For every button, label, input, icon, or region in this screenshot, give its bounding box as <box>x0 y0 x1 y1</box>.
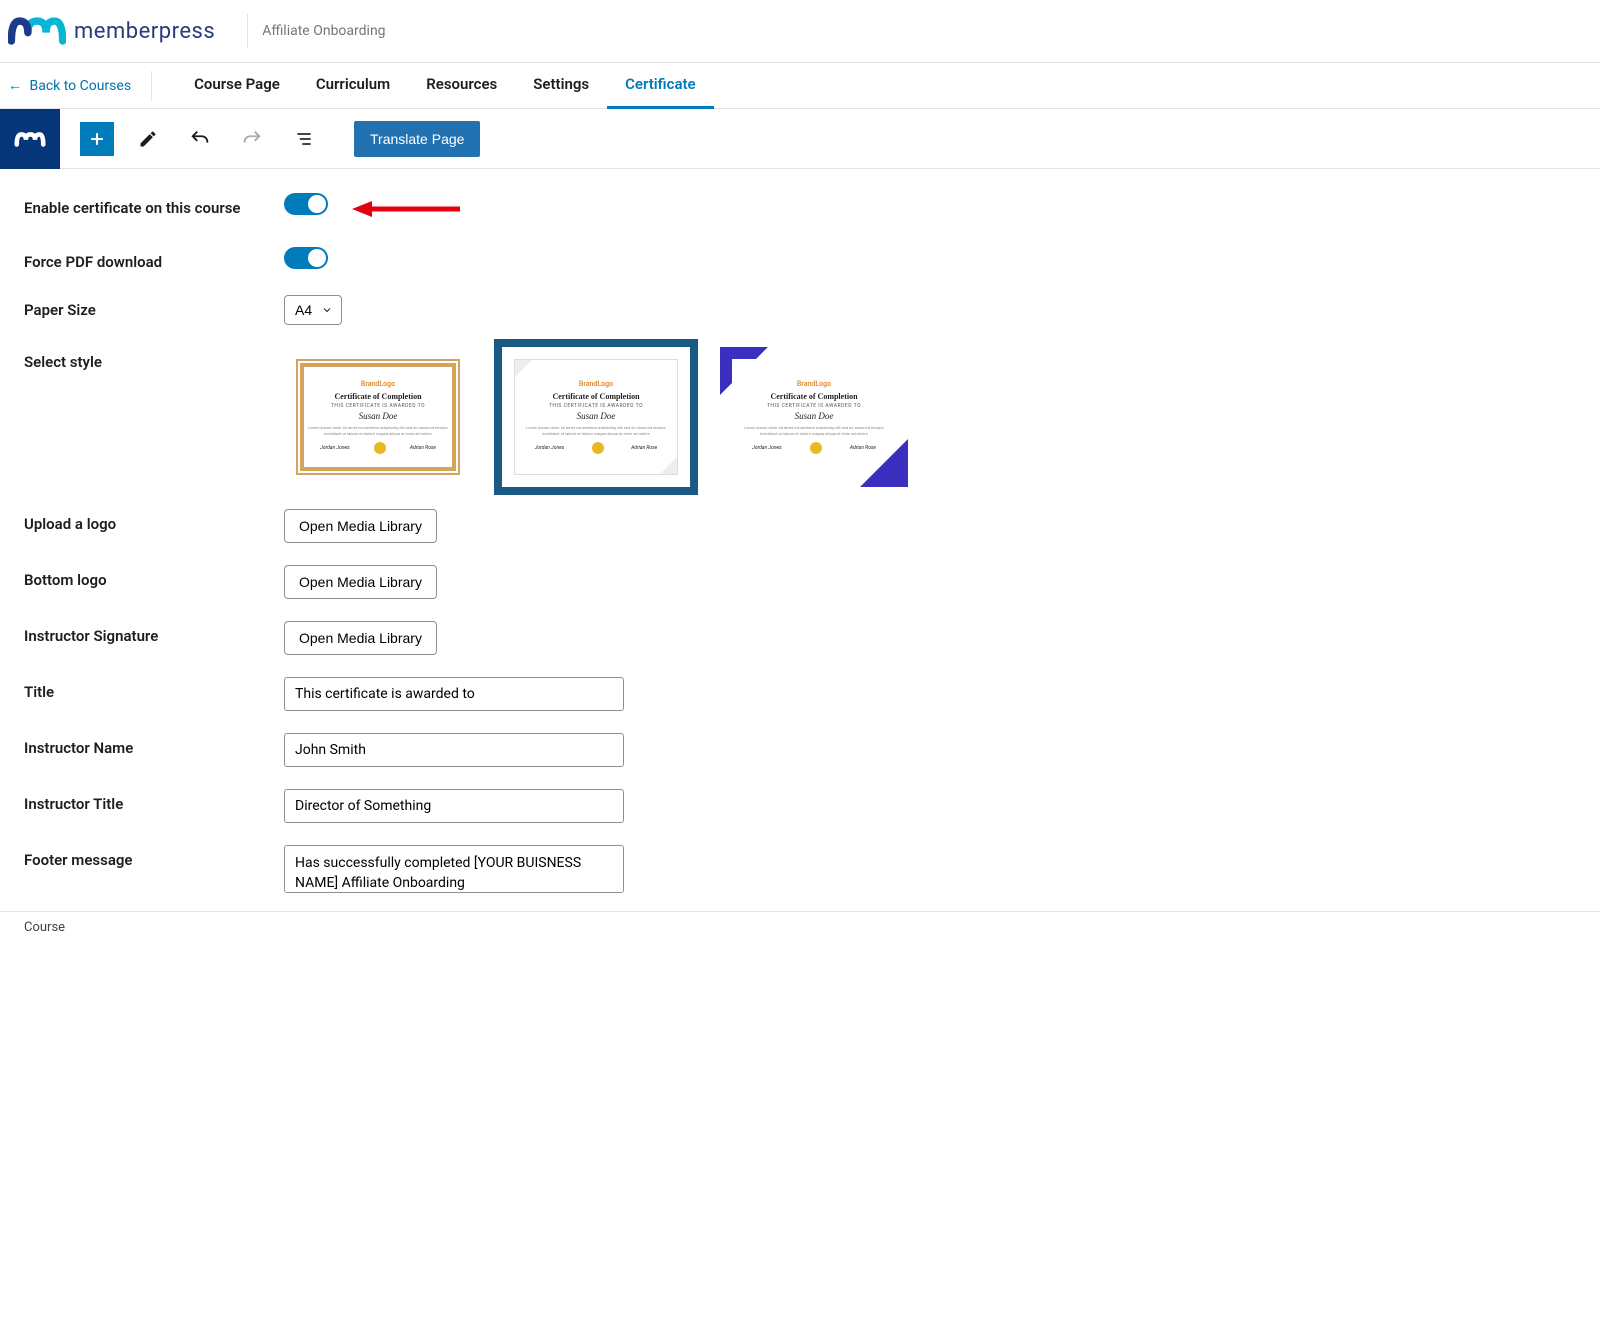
label-bottom-logo: Bottom logo <box>24 565 284 589</box>
label-enable-certificate: Enable certificate on this course <box>24 193 284 217</box>
row-force-pdf: Force PDF download <box>24 247 1600 273</box>
translate-page-button[interactable]: Translate Page <box>354 121 480 157</box>
toggle-enable-certificate[interactable] <box>284 193 328 215</box>
header-divider <box>247 14 248 48</box>
label-instructor-signature: Instructor Signature <box>24 621 284 645</box>
brand-logo: memberpress <box>8 12 233 50</box>
arrow-left-icon: ← <box>8 78 22 94</box>
undo-button[interactable] <box>182 121 218 157</box>
add-block-button[interactable] <box>80 122 114 156</box>
label-select-style: Select style <box>24 347 284 371</box>
breadcrumb: Affiliate Onboarding <box>262 23 385 39</box>
label-footer-message: Footer message <box>24 845 284 869</box>
redo-button[interactable] <box>234 121 270 157</box>
label-title: Title <box>24 677 284 701</box>
app-header: memberpress Affiliate Onboarding <box>0 0 1600 63</box>
style-options: BrandLogo Certificate of Completion THIS… <box>284 347 1600 487</box>
input-title[interactable] <box>284 677 624 711</box>
pencil-icon <box>138 129 158 149</box>
row-instructor-title: Instructor Title <box>24 789 1600 823</box>
bottom-strip-label: Course <box>24 920 65 935</box>
toggle-force-pdf[interactable] <box>284 247 328 269</box>
tab-certificate[interactable]: Certificate <box>607 63 714 109</box>
style-option-geometric[interactable]: BrandLogo Certificate of Completion THIS… <box>720 347 908 487</box>
tab-course-page[interactable]: Course Page <box>176 63 298 109</box>
input-instructor-name[interactable] <box>284 733 624 767</box>
back-link-label: Back to Courses <box>29 78 131 94</box>
row-instructor-name: Instructor Name <box>24 733 1600 767</box>
tabs-divider <box>151 71 152 101</box>
label-upload-logo: Upload a logo <box>24 509 284 533</box>
row-footer-message: Footer message <box>24 845 1600 897</box>
annotation-arrow <box>350 197 460 225</box>
bottom-strip: Course <box>0 911 1600 943</box>
row-instructor-signature: Instructor Signature Open Media Library <box>24 621 1600 655</box>
redo-icon <box>241 128 263 150</box>
style-option-classic[interactable]: BrandLogo Certificate of Completion THIS… <box>284 347 472 487</box>
row-upload-logo: Upload a logo Open Media Library <box>24 509 1600 543</box>
label-instructor-title: Instructor Title <box>24 789 284 813</box>
input-footer-message[interactable] <box>284 845 624 893</box>
brand-name: memberpress <box>74 19 215 44</box>
signature-button[interactable]: Open Media Library <box>284 621 437 655</box>
undo-icon <box>189 128 211 150</box>
edit-button[interactable] <box>130 121 166 157</box>
row-title: Title <box>24 677 1600 711</box>
row-bottom-logo: Bottom logo Open Media Library <box>24 565 1600 599</box>
row-select-style: Select style BrandLogo Certificate of Co… <box>24 347 1600 487</box>
tab-curriculum[interactable]: Curriculum <box>298 63 408 109</box>
row-paper-size: Paper Size A4 <box>24 295 1600 325</box>
tabs-row: ← Back to Courses Course Page Curriculum… <box>0 63 1600 109</box>
bottom-logo-button[interactable]: Open Media Library <box>284 565 437 599</box>
row-enable-certificate: Enable certificate on this course <box>24 193 1600 225</box>
label-instructor-name: Instructor Name <box>24 733 284 757</box>
outline-button[interactable] <box>286 121 322 157</box>
upload-logo-button[interactable]: Open Media Library <box>284 509 437 543</box>
tab-resources[interactable]: Resources <box>408 63 515 109</box>
certificate-form: Enable certificate on this course Force … <box>0 169 1600 911</box>
input-instructor-title[interactable] <box>284 789 624 823</box>
plus-icon <box>87 129 107 149</box>
editor-toolbar: Translate Page <box>0 109 1600 169</box>
list-outline-icon <box>294 129 314 149</box>
memberpress-mini-icon <box>14 128 46 150</box>
label-force-pdf: Force PDF download <box>24 247 284 271</box>
back-to-courses-link[interactable]: ← Back to Courses <box>0 77 151 94</box>
select-paper-size[interactable]: A4 <box>284 295 342 325</box>
label-paper-size: Paper Size <box>24 295 284 319</box>
tab-settings[interactable]: Settings <box>515 63 607 109</box>
memberpress-logo-icon <box>8 12 66 50</box>
style-option-modern[interactable]: BrandLogo Certificate of Completion THIS… <box>502 347 690 487</box>
home-button[interactable] <box>0 109 60 169</box>
